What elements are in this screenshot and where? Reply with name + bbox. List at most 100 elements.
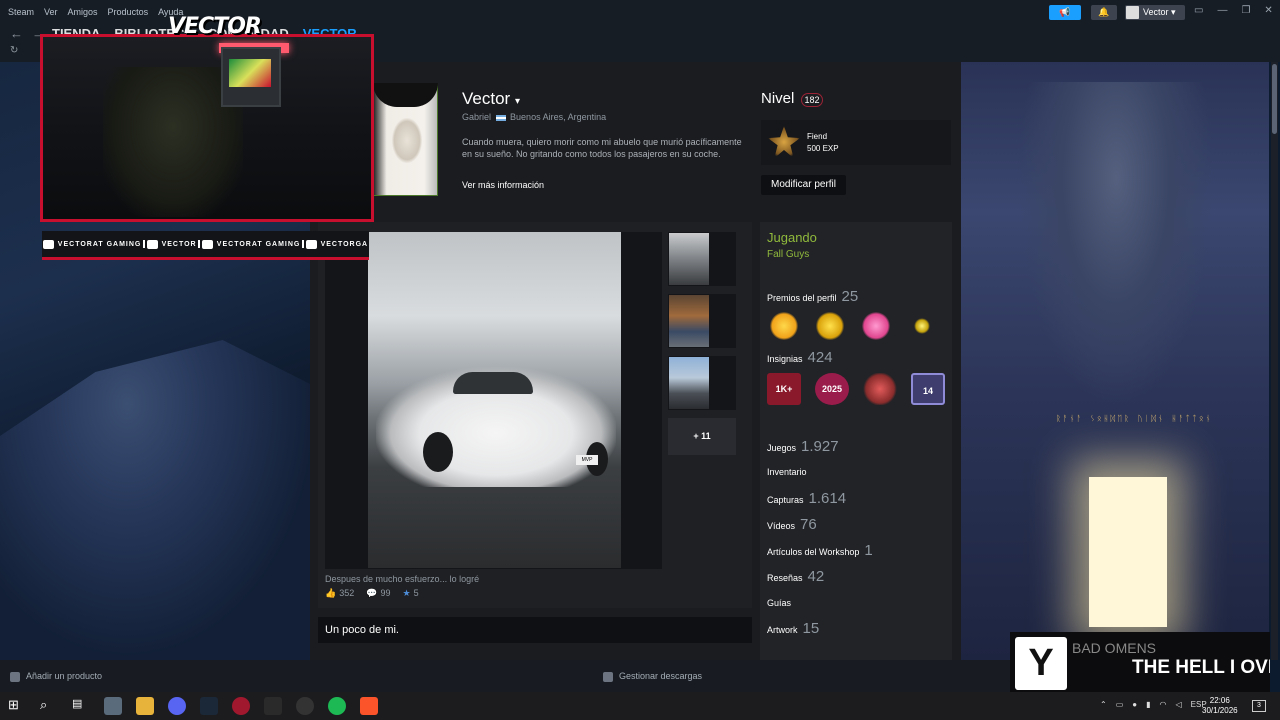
screenshot-thumbnail[interactable] bbox=[668, 232, 736, 286]
stat-inventario[interactable]: Inventario bbox=[767, 467, 807, 477]
awards-stat[interactable]: ★ 5 bbox=[402, 588, 418, 599]
social-twitter: VECTORAT GAMING bbox=[201, 239, 301, 249]
level-badge[interactable]: 182 bbox=[801, 93, 823, 107]
playing-game-link[interactable]: Fall Guys bbox=[767, 249, 809, 260]
steam-icon[interactable] bbox=[200, 697, 218, 715]
award-icon: ★ bbox=[402, 588, 411, 598]
gift-award-icon[interactable] bbox=[816, 312, 844, 340]
real-name: Gabriel bbox=[462, 112, 492, 122]
network-icon[interactable]: ▭ bbox=[1116, 700, 1124, 709]
badge-steam-2025[interactable]: 2025 bbox=[815, 373, 849, 405]
scrollbar-thumb[interactable] bbox=[1272, 64, 1277, 134]
download-icon bbox=[603, 671, 613, 682]
now-playing-song: THE HELL I OVE bbox=[1132, 657, 1270, 678]
brave-icon[interactable] bbox=[360, 697, 378, 715]
social-twitch: VECTOR bbox=[146, 239, 197, 249]
rune-inscription: ᚱᚨᚾᚨ ᛊᛟᚺᛞᛖᚱ ᚢᛁᛞᚾ ᚺᚨᛏᛏᛟᚾ bbox=[1056, 414, 1213, 423]
chevron-up-icon[interactable]: ⌃ bbox=[1100, 700, 1107, 709]
comments-stat[interactable]: 💬 99 bbox=[366, 588, 390, 599]
album-art: Y bbox=[1015, 637, 1067, 690]
menu-amigos[interactable]: Amigos bbox=[68, 7, 98, 17]
screenshot-caption: Despues de mucho esfuerzo... lo logré bbox=[325, 574, 480, 584]
user-name: Vector bbox=[1143, 7, 1169, 17]
arcade-screen bbox=[229, 59, 271, 87]
badge-exp: 500 EXP bbox=[807, 144, 839, 153]
thumbnail-image bbox=[669, 357, 709, 409]
stat-artwork[interactable]: Artwork 15 bbox=[767, 620, 819, 637]
app-icon[interactable] bbox=[104, 697, 122, 715]
file-explorer-icon[interactable] bbox=[136, 697, 154, 715]
clock-date: 30/1/2026 bbox=[1202, 706, 1238, 715]
add-product-button[interactable]: Añadir un producto bbox=[10, 671, 102, 682]
screenshot-stats: 👍 352 💬 99 ★ 5 bbox=[325, 588, 419, 599]
page-scrollbar[interactable] bbox=[1271, 62, 1278, 660]
heart-award-icon[interactable] bbox=[862, 312, 890, 340]
social-instagram: VECTORGA bbox=[305, 239, 369, 249]
microphone-icon[interactable]: ● bbox=[1132, 700, 1137, 709]
badges-heading[interactable]: Insignias 424 bbox=[767, 349, 833, 366]
plus-icon bbox=[10, 671, 20, 682]
usb-icon[interactable]: ▮ bbox=[1146, 700, 1150, 709]
megaphone-icon: 📢 bbox=[1059, 7, 1071, 17]
window-controls: ▭ — ❐ ✕ bbox=[1194, 5, 1273, 16]
windows-start-icon[interactable]: ⊞ bbox=[8, 697, 26, 715]
stat-workshop[interactable]: Artículos del Workshop 1 bbox=[767, 542, 873, 559]
now-playing-band: BAD OMENS bbox=[1072, 640, 1157, 656]
screenshot-thumbnail[interactable] bbox=[668, 294, 736, 348]
clock[interactable]: 22:06 30/1/2026 bbox=[1202, 696, 1238, 716]
sun-award-icon[interactable] bbox=[908, 312, 936, 340]
badge-years[interactable]: 14 bbox=[911, 373, 945, 405]
obs-icon[interactable] bbox=[296, 697, 314, 715]
divider bbox=[301, 240, 304, 248]
maximize-icon[interactable]: ❐ bbox=[1241, 5, 1250, 16]
announcements-button[interactable]: 📢 bbox=[1049, 5, 1081, 20]
edit-profile-button[interactable]: Modificar perfil bbox=[761, 175, 846, 195]
laughing-award-icon[interactable] bbox=[770, 312, 798, 340]
playing-status: Jugando bbox=[767, 230, 817, 245]
refresh-icon[interactable]: ↻ bbox=[10, 45, 18, 56]
close-icon[interactable]: ✕ bbox=[1264, 5, 1272, 16]
profile-name[interactable]: Vector ▾ bbox=[462, 89, 520, 109]
bell-icon: 🔔 bbox=[1098, 7, 1110, 17]
notifications-button[interactable]: 🔔 bbox=[1091, 5, 1117, 20]
minimize-icon[interactable]: — bbox=[1217, 5, 1227, 16]
big-picture-icon[interactable]: ▭ bbox=[1194, 5, 1203, 16]
manage-downloads-button[interactable]: Gestionar descargas bbox=[603, 671, 702, 682]
location-text: Buenos Aires, Argentina bbox=[510, 112, 607, 122]
stat-guias[interactable]: Guías bbox=[767, 598, 791, 608]
epic-app-icon[interactable] bbox=[264, 697, 282, 715]
task-view-icon[interactable]: ▤ bbox=[72, 697, 90, 715]
user-menu-button[interactable]: Vector ▾ bbox=[1125, 5, 1185, 20]
menu-steam[interactable]: Steam bbox=[8, 7, 34, 17]
awards-heading[interactable]: Premios del perfil 25 bbox=[767, 288, 858, 305]
streamer-logo: VECTOR bbox=[168, 14, 262, 39]
search-icon[interactable]: ⌕ bbox=[40, 697, 58, 715]
likes-stat[interactable]: 👍 352 bbox=[325, 588, 354, 599]
discord-icon[interactable] bbox=[168, 697, 186, 715]
comment-icon: 💬 bbox=[366, 588, 378, 598]
main-screenshot[interactable]: MVP bbox=[368, 232, 621, 568]
opera-gx-icon[interactable] bbox=[232, 697, 250, 715]
thumbnail-image bbox=[669, 295, 709, 347]
back-arrow-icon[interactable]: ← bbox=[10, 26, 23, 41]
badge-1k[interactable]: 1K+ bbox=[767, 373, 801, 405]
stat-juegos[interactable]: Juegos 1.927 bbox=[767, 438, 839, 455]
wifi-icon[interactable]: ◠ bbox=[1160, 700, 1167, 709]
stat-resenas[interactable]: Reseñas 42 bbox=[767, 568, 824, 585]
car-window bbox=[453, 372, 533, 394]
menu-productos[interactable]: Productos bbox=[108, 7, 149, 17]
spotify-icon[interactable] bbox=[328, 697, 346, 715]
thumbs-up-icon: 👍 bbox=[325, 588, 337, 598]
screenshot-thumbnail[interactable] bbox=[668, 356, 736, 410]
more-screenshots-button[interactable]: + 11 bbox=[668, 418, 736, 455]
badge-event-icon[interactable] bbox=[863, 373, 897, 405]
glowing-door bbox=[1089, 477, 1167, 627]
volume-icon[interactable]: ◁ bbox=[1176, 700, 1182, 709]
stat-videos[interactable]: Vídeos 76 bbox=[767, 516, 817, 533]
instagram-icon bbox=[305, 239, 317, 249]
stat-capturas[interactable]: Capturas 1.614 bbox=[767, 490, 846, 507]
more-info-link[interactable]: Ver más información bbox=[462, 180, 544, 190]
profile-summary: Cuando muera, quiero morir como mi abuel… bbox=[462, 137, 742, 159]
notification-center-icon[interactable]: 3 bbox=[1252, 700, 1266, 712]
menu-ver[interactable]: Ver bbox=[44, 7, 58, 17]
